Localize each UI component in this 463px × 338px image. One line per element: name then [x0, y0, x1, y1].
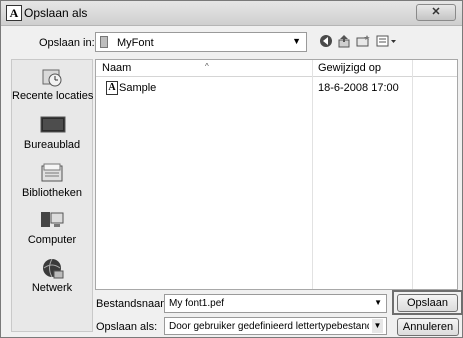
libraries-icon: [40, 163, 64, 183]
place-libraries[interactable]: Bibliotheken: [12, 163, 92, 199]
column-header-modified[interactable]: Gewijzigd op: [318, 62, 381, 74]
sort-ascending-icon: ^: [205, 62, 209, 71]
file-modified: 18-6-2008 17:00: [318, 82, 399, 94]
recent-locations-icon: [40, 66, 64, 87]
app-icon: A: [6, 5, 22, 21]
new-folder-icon[interactable]: [356, 34, 371, 52]
save-as-type-dropdown[interactable]: Door gebruiker gedefinieerd lettertypebe…: [164, 317, 387, 335]
chevron-down-icon[interactable]: ▼: [372, 319, 383, 333]
place-network[interactable]: Netwerk: [12, 258, 92, 294]
save-as-type-value: Door gebruiker gedefinieerd lettertypebe…: [169, 321, 369, 332]
window-title: Opslaan als: [24, 6, 88, 20]
place-label: Bibliotheken: [22, 187, 82, 199]
place-label: Bureaublad: [23, 139, 81, 151]
place-desktop[interactable]: Bureaublad: [12, 115, 92, 151]
close-button[interactable]: ✕: [416, 4, 456, 21]
file-row[interactable]: A Sample 18-6-2008 17:00: [96, 80, 457, 96]
back-icon[interactable]: [319, 34, 333, 52]
title-bar: A Opslaan als ✕: [1, 1, 462, 26]
save-button[interactable]: Opslaan: [397, 294, 458, 312]
look-in-value: MyFont: [117, 37, 154, 49]
views-menu-icon[interactable]: [376, 34, 398, 52]
places-bar: Recente locaties Bureaublad Bibliotheken…: [11, 59, 93, 332]
file-list[interactable]: Naam ^ Gewijzigd op A Sample 18-6-2008 1…: [95, 59, 458, 290]
list-header: Naam ^ Gewijzigd op: [96, 60, 457, 77]
computer-icon: [40, 210, 64, 230]
place-computer[interactable]: Computer: [12, 210, 92, 246]
chevron-down-icon: ▼: [292, 36, 301, 46]
look-in-label: Opslaan in:: [39, 37, 95, 49]
file-name-label: Bestandsnaam:: [96, 298, 173, 310]
file-name-value: My font1.pef: [169, 298, 225, 309]
chevron-down-icon[interactable]: ▼: [374, 298, 382, 307]
place-label: Computer: [27, 234, 77, 246]
look-in-dropdown[interactable]: MyFont ▼: [95, 32, 307, 52]
font-file-icon: A: [106, 81, 118, 95]
up-folder-icon[interactable]: [337, 34, 351, 52]
network-icon: [40, 258, 64, 279]
desktop-icon: [40, 115, 66, 135]
place-label: Recente locaties: [12, 90, 94, 102]
cancel-button[interactable]: Annuleren: [397, 318, 459, 336]
save-as-dialog: A Opslaan als ✕ Opslaan in: MyFont ▼ Rec…: [0, 0, 463, 338]
save-as-type-label: Opslaan als:: [96, 321, 158, 333]
folder-icon: [100, 36, 108, 48]
column-header-name[interactable]: Naam: [102, 62, 131, 74]
place-recent-locations[interactable]: Recente locaties: [12, 66, 94, 102]
place-label: Netwerk: [31, 282, 73, 294]
file-name-input[interactable]: My font1.pef ▼: [164, 294, 387, 313]
file-name: Sample: [119, 82, 157, 94]
